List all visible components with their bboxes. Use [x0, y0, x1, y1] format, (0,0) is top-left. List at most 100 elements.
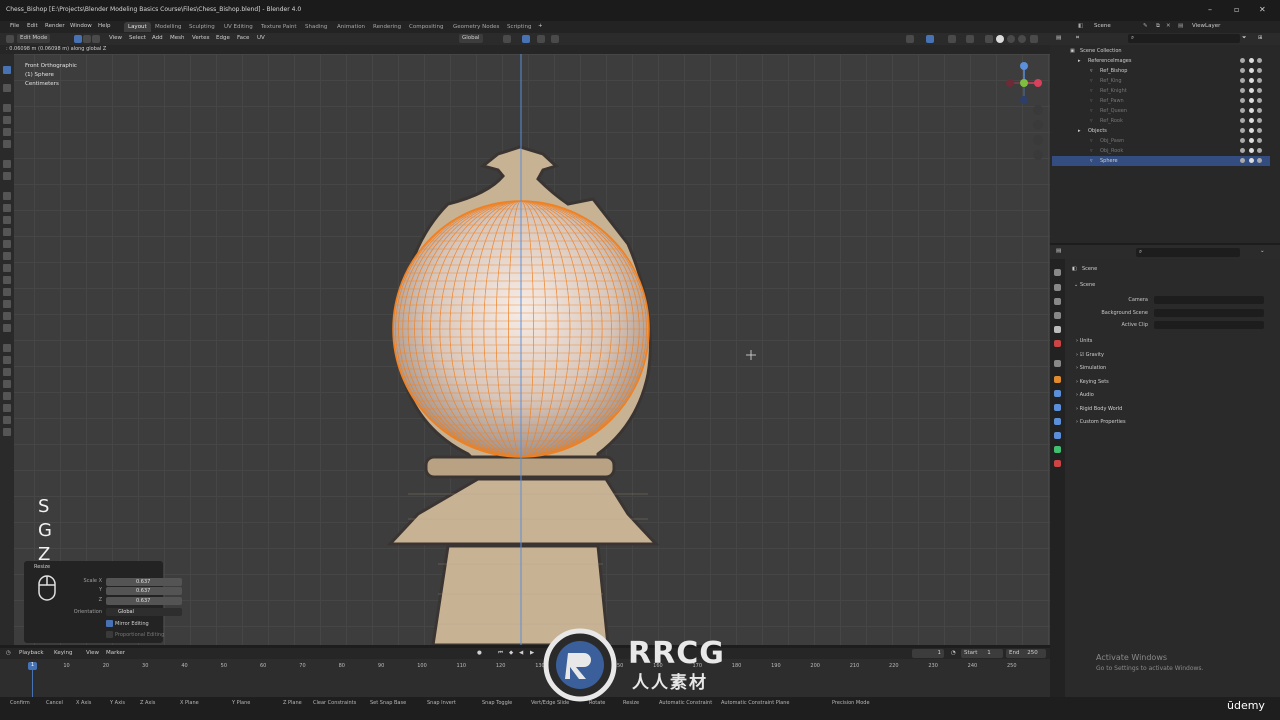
poly-build-tool-icon[interactable]	[3, 252, 11, 260]
proportional-editing-checkbox[interactable]	[106, 631, 113, 638]
inset-tool-icon[interactable]	[3, 204, 11, 212]
xray-icon[interactable]	[966, 35, 974, 43]
menu-uv[interactable]: UV	[257, 35, 265, 41]
render-tab-icon[interactable]	[1054, 284, 1061, 291]
cursor-tool-icon[interactable]	[3, 84, 11, 92]
editor-type-icon[interactable]	[6, 35, 14, 43]
mesh-overlay-icon[interactable]	[948, 35, 956, 43]
menu-marker[interactable]: Marker	[106, 650, 125, 656]
visibility-eye-icon[interactable]	[1240, 68, 1262, 74]
timeline[interactable]: 1020304050607080901001101201301401501601…	[0, 659, 1050, 697]
outliner-item[interactable]: ▿ Sphere	[1052, 156, 1270, 166]
outliner-item[interactable]: ▿ Ref_Knight	[1052, 86, 1270, 96]
transform-tool-icon[interactable]	[3, 140, 11, 148]
scale-z-field[interactable]: 0.637	[106, 597, 182, 605]
operator-title[interactable]: Resize	[34, 564, 50, 570]
jump-start-icon[interactable]: ⏮	[498, 650, 503, 657]
snap-target-icon[interactable]	[537, 35, 545, 43]
end-frame-field[interactable]: End 250	[1006, 649, 1046, 658]
outliner-item[interactable]: ▿ Obj_Rook	[1052, 146, 1270, 156]
properties-editor-icon[interactable]: ▤	[1056, 248, 1061, 254]
outliner-item[interactable]: ▿ Ref_Pawn	[1052, 96, 1270, 106]
scene-panel-title[interactable]: Scene	[1080, 282, 1095, 288]
constraints-tab-icon[interactable]	[1054, 432, 1061, 439]
view-layer-tab-icon[interactable]	[1054, 312, 1061, 319]
visibility-eye-icon[interactable]	[1240, 148, 1262, 154]
extrude-tool-icon[interactable]	[3, 192, 11, 200]
outliner-item[interactable]: ▸ Objects	[1052, 126, 1270, 136]
tool-tab-icon[interactable]	[1054, 269, 1061, 276]
object-tab-icon[interactable]	[1054, 376, 1061, 383]
bisect-tool-icon[interactable]	[3, 392, 11, 400]
rip-tool-icon[interactable]	[3, 324, 11, 332]
data-tab-icon[interactable]	[1054, 446, 1061, 453]
visibility-eye-icon[interactable]	[1240, 118, 1262, 124]
menu-view[interactable]: View	[109, 35, 122, 41]
wireframe-shading-icon[interactable]	[985, 35, 993, 43]
prev-key-icon[interactable]: ◆	[509, 650, 513, 656]
play-reverse-icon[interactable]: ◀	[519, 650, 523, 656]
material-shading-icon[interactable]	[1007, 35, 1015, 43]
vertex-slide-tool-icon[interactable]	[3, 416, 11, 424]
collection-tab-icon[interactable]	[1054, 360, 1061, 367]
visibility-eye-icon[interactable]	[1240, 88, 1262, 94]
face-select-icon[interactable]	[92, 35, 100, 43]
slide-tool-icon[interactable]	[3, 380, 11, 388]
visibility-eye-icon[interactable]	[1240, 158, 1262, 164]
scene-selector[interactable]: Scene	[1094, 23, 1111, 29]
start-frame-field[interactable]: Start 1	[961, 649, 1003, 658]
properties-search-input[interactable]: ⌕	[1136, 248, 1240, 257]
filter-icon[interactable]: ⏷	[1242, 35, 1246, 42]
push-pull-tool-icon[interactable]	[3, 344, 11, 352]
options-icon[interactable]: ⌄	[1260, 248, 1265, 254]
scale-x-field[interactable]: 0.637	[106, 578, 182, 586]
new-collection-icon[interactable]: ⊞	[1258, 35, 1263, 41]
record-icon[interactable]: ●	[477, 650, 482, 656]
outliner-item[interactable]: ▿ Ref_Rook	[1052, 116, 1270, 126]
rotate-tool-icon[interactable]	[3, 116, 11, 124]
minimize-icon[interactable]: –	[1208, 5, 1212, 14]
to-sphere-tool-icon[interactable]	[3, 356, 11, 364]
outliner-item[interactable]: ▿ Ref_Bishop	[1052, 66, 1270, 76]
annotate-tool-icon[interactable]	[3, 160, 11, 168]
scale-y-field[interactable]: 0.637	[106, 587, 182, 595]
menu-mesh[interactable]: Mesh	[170, 35, 184, 41]
maximize-icon[interactable]: ▫	[1234, 5, 1239, 14]
pin-icon[interactable]: ✎	[1143, 23, 1148, 29]
measure-tool-icon[interactable]	[3, 172, 11, 180]
outliner-item[interactable]: ▿ Obj_Pawn	[1052, 136, 1270, 146]
menu-file[interactable]: File	[10, 23, 19, 29]
rip-edge-tool-icon[interactable]	[3, 428, 11, 436]
outliner-item[interactable]: ▸ ReferenceImages	[1052, 56, 1270, 66]
play-icon[interactable]: ▶	[530, 650, 534, 656]
spin-tool-icon[interactable]	[3, 264, 11, 272]
scene-panel-toggle[interactable]: ⌄	[1074, 282, 1078, 288]
delete-scene-icon[interactable]: ✕	[1166, 23, 1171, 29]
menu-help[interactable]: Help	[98, 23, 111, 29]
overlay-toggle-icon[interactable]	[926, 35, 934, 43]
tab-animation[interactable]: Animation	[333, 22, 369, 32]
menu-select[interactable]: Select	[129, 35, 146, 41]
camera-field[interactable]	[1154, 296, 1264, 304]
select-box-tool-icon[interactable]	[3, 66, 11, 74]
orientation-selector[interactable]: Global	[459, 34, 483, 43]
world-tab-icon[interactable]	[1054, 340, 1061, 347]
mirror-editing-checkbox[interactable]	[106, 620, 113, 627]
pivot-icon[interactable]	[503, 35, 511, 43]
bevel-tool-icon[interactable]	[3, 216, 11, 224]
tab-sculpting[interactable]: Sculpting	[185, 22, 219, 32]
tab-shading[interactable]: Shading	[301, 22, 331, 32]
particles-tab-icon[interactable]	[1054, 404, 1061, 411]
shading-options-icon[interactable]	[1030, 35, 1038, 43]
visibility-eye-icon[interactable]	[1240, 98, 1262, 104]
menu-face[interactable]: Face	[237, 35, 249, 41]
timeline-editor-icon[interactable]: ◷	[6, 650, 11, 656]
visibility-eye-icon[interactable]	[1240, 108, 1262, 114]
current-frame-field[interactable]: 1	[912, 649, 944, 658]
orientation-dropdown[interactable]: Global	[106, 608, 182, 616]
add-workspace-icon[interactable]: +	[538, 23, 543, 29]
loop-cut-tool-icon[interactable]	[3, 228, 11, 236]
outliner-item[interactable]: ▣ Scene Collection	[1052, 46, 1270, 56]
tab-layout[interactable]: Layout	[124, 22, 151, 32]
shear-tool-icon[interactable]	[3, 312, 11, 320]
